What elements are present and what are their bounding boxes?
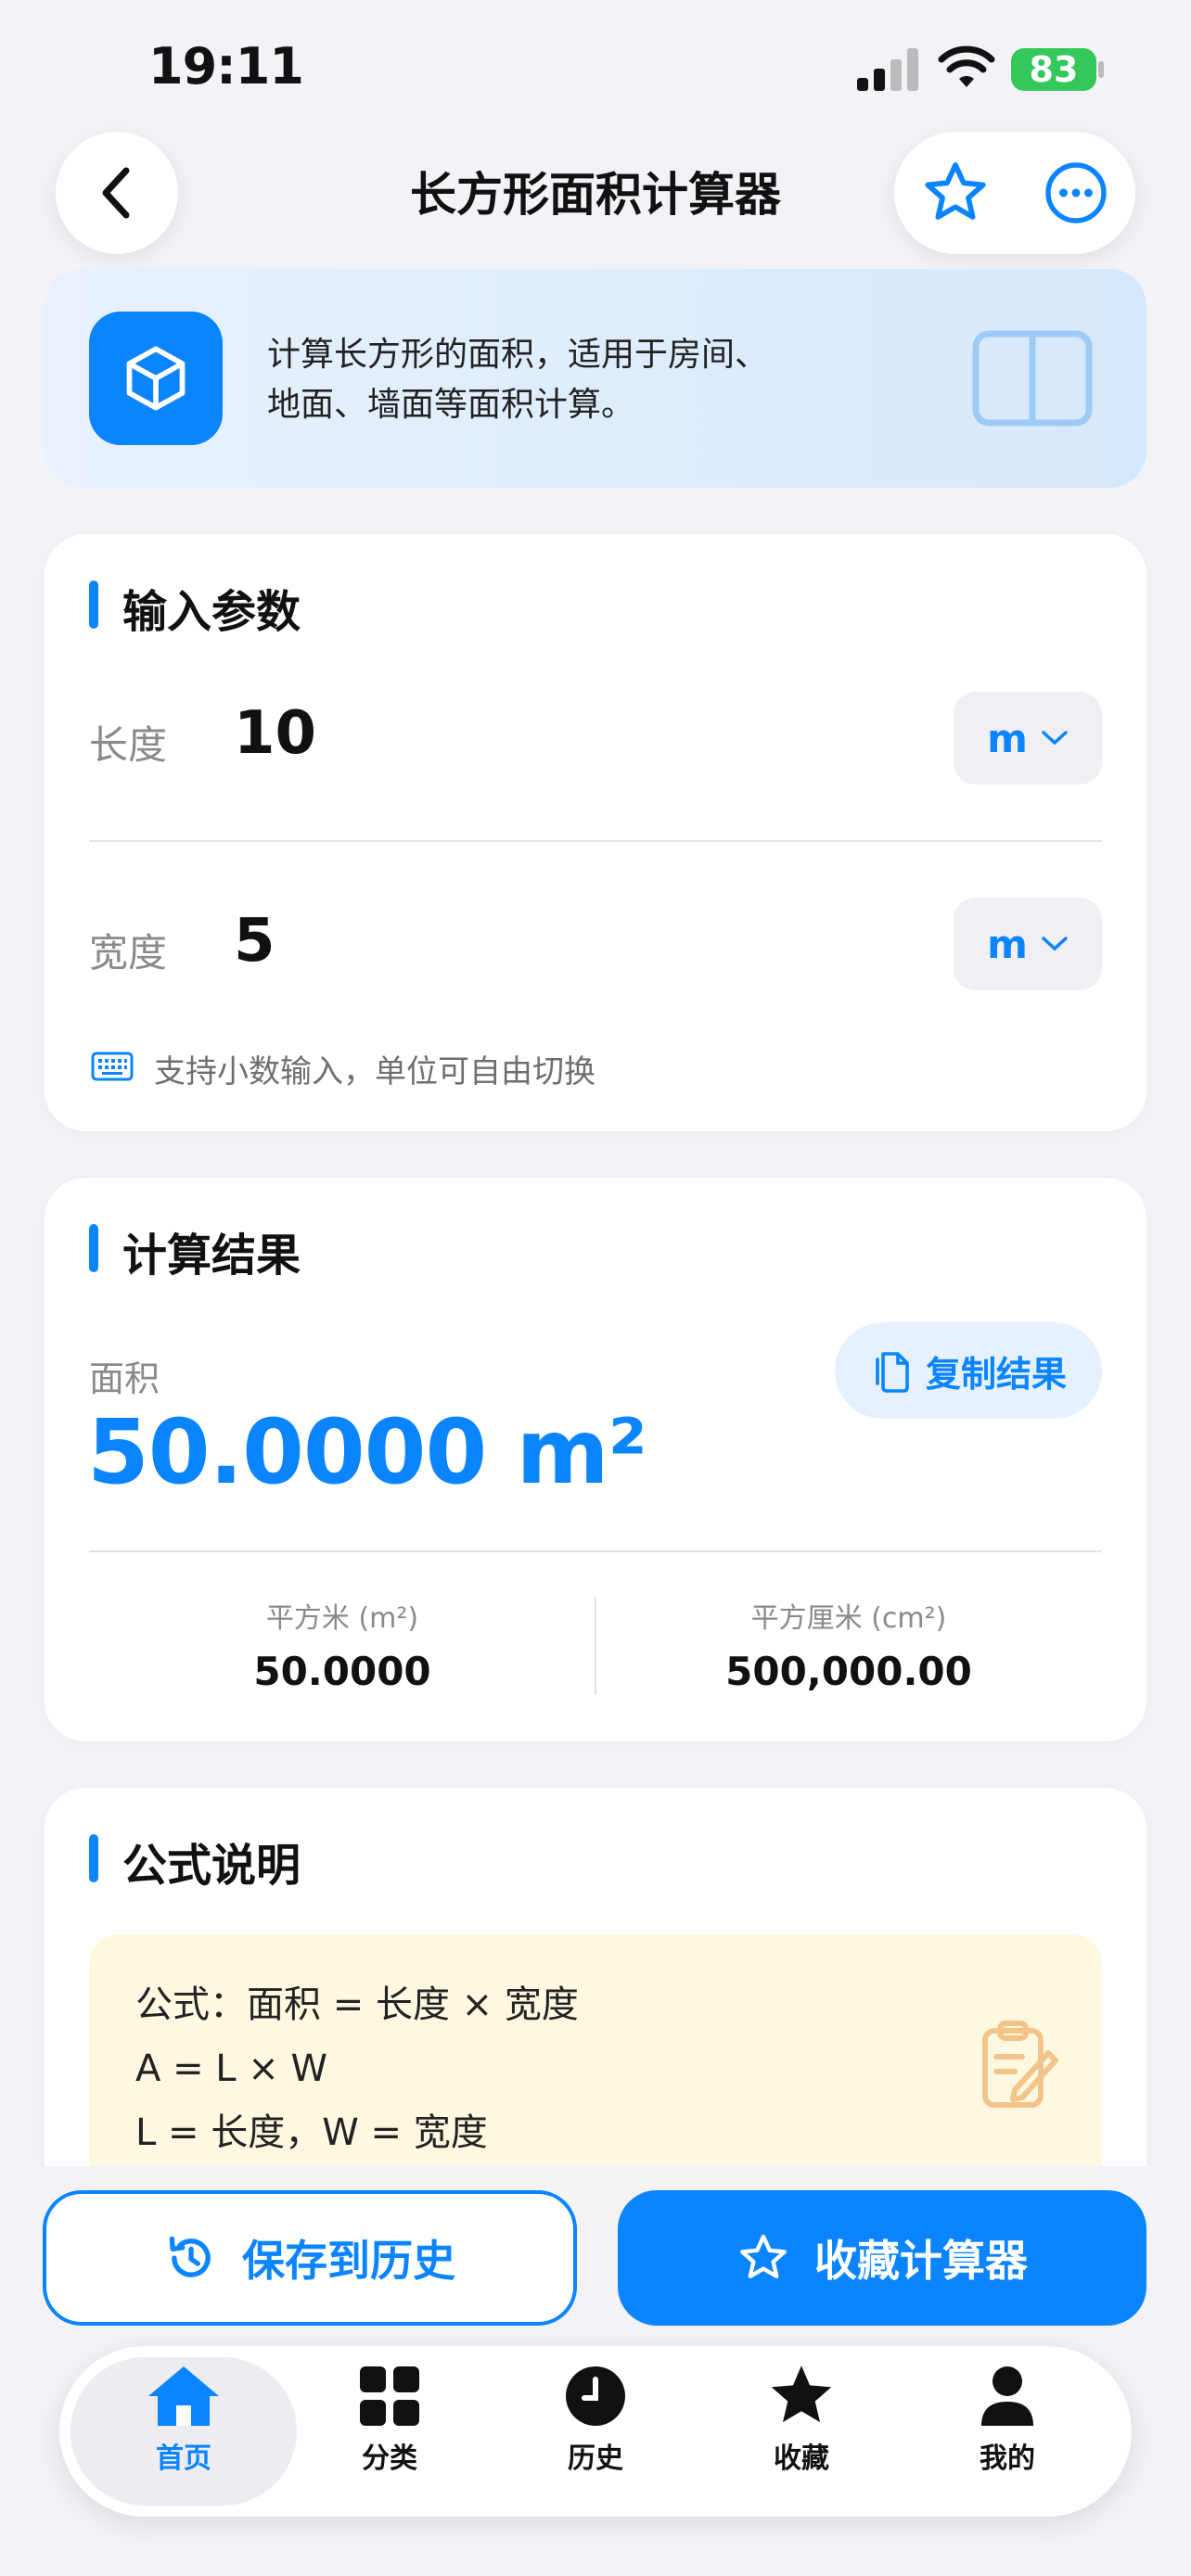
tab-label: 收藏 — [774, 2442, 829, 2475]
nav-actions-group — [894, 132, 1135, 254]
history-icon — [169, 2236, 211, 2277]
section-accent-bar — [89, 580, 98, 629]
section-accent-bar — [89, 1224, 98, 1272]
home-icon — [148, 2366, 219, 2426]
conversion-value: 500,000.00 — [725, 1649, 972, 1694]
section-accent-bar — [89, 1834, 98, 1882]
intro-banner: 计算长方形的面积，适用于房间、 地面、墙面等面积计算。 — [45, 269, 1146, 488]
star-outline-icon — [740, 2234, 787, 2278]
intro-line-2: 地面、墙面等面积计算。 — [267, 386, 635, 424]
status-time: 19:11 — [148, 37, 304, 96]
tab-home[interactable]: 首页 — [100, 2363, 267, 2476]
input-card: 输入参数 长度 10 m 宽度 5 m 支持小数输入，单位可自由切换 — [45, 534, 1146, 1131]
tab-history[interactable]: 历史 — [512, 2363, 679, 2476]
conversion-label: 平方厘米 (cm²) — [750, 1602, 947, 1635]
width-unit-select[interactable]: m — [954, 898, 1102, 990]
person-icon — [981, 2366, 1033, 2426]
intro-line-1: 计算长方形的面积，适用于房间、 — [267, 336, 769, 374]
result-section-title: 计算结果 — [122, 1230, 301, 1282]
width-input[interactable]: 5 — [234, 907, 275, 976]
more-icon[interactable] — [1043, 159, 1109, 226]
tab-category[interactable]: 分类 — [306, 2363, 473, 2476]
signal-icon — [855, 46, 920, 96]
star-icon — [771, 2366, 832, 2423]
star-outline-icon[interactable] — [920, 158, 991, 228]
clock-icon — [566, 2366, 625, 2426]
split-layout-icon — [972, 330, 1093, 427]
save-to-history-button[interactable]: 保存到历史 — [43, 2190, 577, 2326]
result-card: 计算结果 面积 50.0000 m² 复制结果 平方米 (m²) 50.0000… — [45, 1178, 1146, 1741]
copy-result-button[interactable]: 复制结果 — [835, 1322, 1102, 1419]
conversion-item: 平方米 (m²) 50.0000 — [89, 1595, 596, 1694]
formula-section-title: 公式说明 — [122, 1840, 301, 1892]
favorite-calculator-button[interactable]: 收藏计算器 — [618, 2190, 1146, 2326]
grid-icon — [360, 2366, 419, 2426]
chevron-down-icon — [1042, 937, 1068, 951]
battery-tip — [1098, 61, 1104, 78]
conversion-label: 平方米 (m²) — [265, 1602, 419, 1635]
copy-document-icon — [876, 1352, 909, 1393]
tab-profile[interactable]: 我的 — [924, 2363, 1091, 2476]
conversion-item: 平方厘米 (cm²) 500,000.00 — [596, 1595, 1102, 1694]
copy-result-label: 复制结果 — [925, 1353, 1067, 1395]
battery-indicator: 83 — [1011, 48, 1096, 91]
length-unit-select[interactable]: m — [954, 692, 1102, 784]
result-divider — [89, 1550, 1102, 1552]
input-section-title: 输入参数 — [122, 586, 301, 638]
conversion-value: 50.0000 — [253, 1649, 431, 1694]
tab-favorites[interactable]: 收藏 — [718, 2363, 885, 2476]
length-label: 长度 — [89, 722, 168, 768]
tab-label: 首页 — [156, 2442, 211, 2475]
area-label: 面积 — [89, 1358, 160, 1399]
formula-line: L = 长度，W = 宽度 — [135, 2111, 488, 2154]
keyboard-icon — [91, 1052, 134, 1081]
length-input[interactable]: 10 — [234, 699, 316, 768]
length-unit-value: m — [987, 715, 1028, 761]
wifi-icon — [937, 45, 996, 95]
input-hint: 支持小数输入，单位可自由切换 — [154, 1053, 596, 1090]
favorite-calculator-label: 收藏计算器 — [814, 2236, 1028, 2286]
input-divider — [89, 840, 1102, 842]
cube-icon — [89, 312, 223, 445]
tab-label: 我的 — [980, 2442, 1035, 2475]
width-label: 宽度 — [89, 930, 168, 976]
width-unit-value: m — [987, 921, 1028, 967]
formula-line: 公式：面积 = 长度 × 宽度 — [135, 1983, 579, 2026]
formula-line: A = L × W — [135, 2047, 328, 2090]
chevron-down-icon — [1042, 731, 1068, 746]
clipboard-edit-icon — [982, 2021, 1058, 2108]
tab-label: 分类 — [362, 2442, 417, 2475]
area-result-value: 50.0000 m² — [87, 1400, 647, 1504]
save-to-history-label: 保存到历史 — [242, 2236, 455, 2286]
tab-label: 历史 — [568, 2442, 623, 2475]
